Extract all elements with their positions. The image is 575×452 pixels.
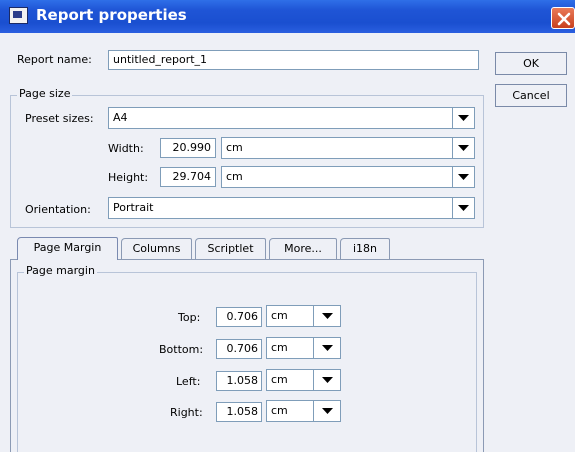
right-margin-label: Right: (170, 406, 203, 419)
top-margin-input[interactable]: 0.706 (216, 307, 262, 327)
dropdown-arrow-icon[interactable] (313, 370, 340, 390)
bottom-margin-label: Bottom: (159, 343, 204, 356)
dropdown-arrow-icon[interactable] (313, 338, 340, 358)
tab-page-margin[interactable]: Page Margin (17, 237, 118, 260)
left-margin-input[interactable]: 1.058 (216, 371, 262, 391)
cancel-button[interactable]: Cancel (495, 84, 567, 107)
tab-columns[interactable]: Columns (121, 238, 192, 259)
left-margin-unit-combo[interactable]: cm (266, 369, 341, 391)
left-margin-unit-value: cm (271, 373, 288, 386)
height-unit-value: cm (226, 170, 243, 183)
height-unit-combo[interactable]: cm (221, 166, 475, 188)
preset-sizes-label: Preset sizes: (25, 112, 94, 125)
close-button[interactable] (551, 7, 575, 29)
top-margin-unit-value: cm (271, 309, 288, 322)
orientation-combo[interactable]: Portrait (108, 197, 475, 219)
bottom-margin-input[interactable]: 0.706 (216, 339, 262, 359)
dropdown-arrow-icon[interactable] (452, 167, 474, 187)
orientation-label: Orientation: (25, 203, 91, 216)
bottom-margin-unit-combo[interactable]: cm (266, 337, 341, 359)
report-name-label: Report name: (17, 53, 92, 66)
width-unit-value: cm (226, 141, 243, 154)
window-title: Report properties (36, 6, 187, 24)
height-input[interactable]: 29.704 (160, 167, 216, 187)
dropdown-arrow-icon[interactable] (313, 306, 340, 326)
orientation-value: Portrait (113, 201, 154, 214)
width-label: Width: (108, 142, 144, 155)
right-margin-unit-combo[interactable]: cm (266, 400, 341, 422)
tab-more[interactable]: More... (269, 238, 337, 259)
report-name-input[interactable]: untitled_report_1 (108, 50, 479, 70)
height-label: Height: (108, 171, 149, 184)
right-margin-unit-value: cm (271, 404, 288, 417)
page-size-group-title: Page size (17, 87, 73, 100)
page-margin-group (17, 272, 477, 452)
report-window-icon (9, 7, 28, 24)
top-margin-unit-combo[interactable]: cm (266, 305, 341, 327)
dropdown-arrow-icon[interactable] (452, 138, 474, 158)
preset-sizes-combo[interactable]: A4 (108, 107, 475, 129)
dropdown-arrow-icon[interactable] (452, 108, 474, 128)
preset-sizes-value: A4 (113, 111, 128, 124)
left-margin-label: Left: (176, 375, 201, 388)
report-properties-dialog: Report properties Report name: untitled_… (0, 0, 575, 452)
ok-button[interactable]: OK (495, 52, 567, 75)
close-icon (557, 12, 571, 26)
page-margin-group-title: Page margin (24, 264, 97, 277)
tab-i18n[interactable]: i18n (340, 238, 390, 259)
right-margin-input[interactable]: 1.058 (216, 402, 262, 422)
top-margin-label: Top: (178, 311, 201, 324)
width-unit-combo[interactable]: cm (221, 137, 475, 159)
dropdown-arrow-icon[interactable] (452, 198, 474, 218)
tab-scriptlet[interactable]: Scriptlet (195, 238, 266, 259)
bottom-margin-unit-value: cm (271, 341, 288, 354)
title-bar[interactable]: Report properties (0, 0, 575, 33)
dropdown-arrow-icon[interactable] (313, 401, 340, 421)
width-input[interactable]: 20.990 (160, 138, 216, 158)
